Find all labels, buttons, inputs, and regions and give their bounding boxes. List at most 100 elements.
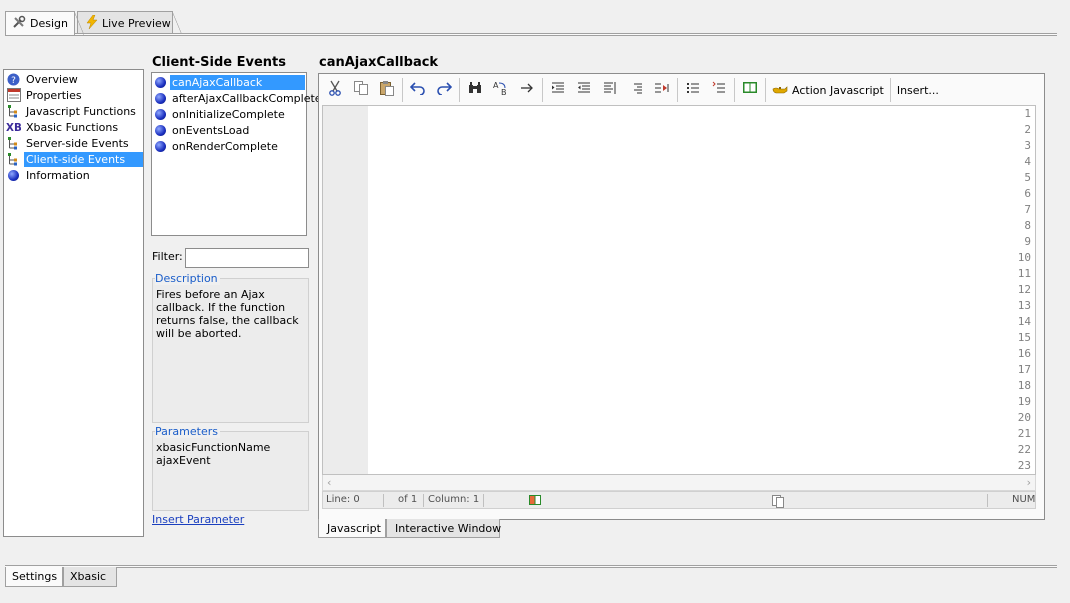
goto-button[interactable]	[514, 78, 540, 102]
sidebar-item-label: Xbasic Functions	[26, 120, 119, 134]
line-number: 4	[1024, 155, 1031, 168]
globe-icon	[155, 92, 166, 104]
insert-parameter-link[interactable]: Insert Parameter	[152, 513, 244, 526]
line-number: 11	[1017, 267, 1031, 280]
status-separator	[423, 494, 424, 507]
undo-button[interactable]	[405, 78, 431, 102]
tab-javascript[interactable]: Javascript	[318, 519, 386, 538]
paste-button[interactable]	[374, 78, 400, 102]
align-right-button[interactable]	[623, 78, 649, 102]
tab-live-preview[interactable]: Live Preview	[77, 11, 182, 35]
filter-input[interactable]	[185, 248, 309, 268]
indent-button[interactable]	[545, 78, 571, 102]
parameter-item: xbasicFunctionName	[156, 441, 271, 454]
toolbar-separator	[459, 78, 460, 102]
toolbar-separator	[734, 78, 735, 102]
line-number: 8	[1024, 219, 1031, 232]
events-list[interactable]: canAjaxCallback afterAjaxCallbackComplet…	[151, 72, 322, 236]
editor-status-bar: Line: 0 of 1 Column: 1 NUM	[322, 491, 1036, 509]
horizontal-scrollbar[interactable]: ‹ ›	[322, 475, 1036, 491]
xb-icon: XB	[6, 120, 21, 135]
sidebar-item-label: Client-side Events	[24, 151, 143, 167]
copy-button[interactable]	[348, 78, 374, 102]
insert-menu-label: Insert...	[896, 83, 939, 97]
line-number: 20	[1017, 411, 1031, 424]
line-number: 22	[1017, 443, 1031, 456]
action-javascript-label: Action Javascript	[792, 83, 884, 97]
tree-icon	[6, 152, 21, 167]
redo-button[interactable]	[431, 78, 457, 102]
event-item-can-ajax-callback[interactable]: canAjaxCallback	[155, 74, 305, 90]
tab-design[interactable]: Design	[5, 11, 84, 35]
binoculars-icon	[468, 82, 482, 98]
genie-lamp-icon	[772, 83, 788, 98]
numbered-list-button[interactable]	[706, 78, 732, 102]
indent-icon	[551, 81, 565, 99]
sidebar-item-javascript-functions[interactable]: Javascript Functions	[6, 103, 143, 119]
book-status-icon	[528, 493, 542, 510]
book-button[interactable]	[737, 78, 763, 102]
redo-icon	[436, 81, 453, 99]
scroll-right-icon[interactable]: ›	[1027, 476, 1031, 489]
line-number: 13	[1017, 299, 1031, 312]
events-title: Client-Side Events	[152, 55, 286, 70]
event-item-label: onInitializeComplete	[172, 107, 285, 121]
event-item-on-events-load[interactable]: onEventsLoad	[155, 122, 305, 138]
status-line: Line: 0	[326, 494, 360, 505]
format-icon	[654, 81, 670, 99]
globe-icon	[155, 76, 166, 88]
line-number-gutter	[323, 106, 368, 474]
editor-title: canAjaxCallback	[319, 55, 439, 70]
tab-xbasic[interactable]: Xbasic	[63, 567, 117, 587]
tree-icon	[6, 104, 21, 119]
top-tab-divider	[5, 33, 1057, 36]
insert-menu-button[interactable]: Insert...	[893, 78, 943, 102]
line-number: 1	[1024, 107, 1031, 120]
tab-interactive-window-label: Interactive Window	[395, 521, 502, 535]
format-button[interactable]	[649, 78, 675, 102]
parameter-item: ajaxEvent	[156, 454, 211, 467]
line-number: 12	[1017, 283, 1031, 296]
line-number: 21	[1017, 427, 1031, 440]
action-javascript-button[interactable]: Action Javascript	[768, 78, 888, 102]
line-number: 14	[1017, 315, 1031, 328]
line-number: 6	[1024, 187, 1031, 200]
block-comment-button[interactable]	[597, 78, 623, 102]
sidebar-item-label: Server-side Events	[26, 136, 129, 150]
bullet-list-button[interactable]	[680, 78, 706, 102]
sidebar-item-overview[interactable]: ? Overview	[6, 71, 143, 87]
cut-button[interactable]	[322, 78, 348, 102]
event-item-on-render-complete[interactable]: onRenderComplete	[155, 138, 305, 154]
tab-interactive-window[interactable]: Interactive Window	[386, 519, 502, 538]
tab-live-preview-label: Live Preview	[102, 17, 171, 30]
status-separator	[483, 494, 484, 507]
svg-text:XB: XB	[6, 122, 21, 133]
properties-icon	[6, 88, 21, 103]
find-button[interactable]	[462, 78, 488, 102]
scroll-left-icon[interactable]: ‹	[327, 476, 331, 489]
status-of-lines: of 1	[398, 494, 418, 505]
sidebar-item-properties[interactable]: Properties	[6, 87, 143, 103]
sidebar-item-server-side-events[interactable]: Server-side Events	[6, 135, 143, 151]
sidebar-item-xbasic-functions[interactable]: XB Xbasic Functions	[6, 119, 143, 135]
line-number: 23	[1017, 459, 1031, 472]
event-item-label: onEventsLoad	[172, 123, 250, 137]
status-separator	[987, 494, 988, 507]
tab-settings[interactable]: Settings	[5, 567, 63, 587]
block-comment-icon	[603, 81, 617, 99]
svg-text:B: B	[501, 88, 507, 96]
line-number: 7	[1024, 203, 1031, 216]
line-number: 17	[1017, 363, 1031, 376]
filter-label: Filter:	[152, 250, 183, 263]
replace-icon: AB	[493, 80, 509, 100]
outdent-icon	[577, 81, 591, 99]
sidebar-item-information[interactable]: Information	[6, 167, 143, 183]
code-editor[interactable]: 1 2 3 4 5 6 7 8 9 10 11 12 13 14 15 16 17 18 19 20 21 22 23	[322, 105, 1036, 475]
event-item-after-ajax-callback-complete[interactable]: afterAjaxCallbackComplete	[155, 90, 322, 106]
line-number: 19	[1017, 395, 1031, 408]
bottom-tab-divider	[5, 565, 1057, 568]
event-item-on-initialize-complete[interactable]: onInitializeComplete	[155, 106, 305, 122]
outdent-button[interactable]	[571, 78, 597, 102]
sidebar-item-client-side-events[interactable]: Client-side Events	[6, 151, 143, 167]
replace-button[interactable]: AB	[488, 78, 514, 102]
